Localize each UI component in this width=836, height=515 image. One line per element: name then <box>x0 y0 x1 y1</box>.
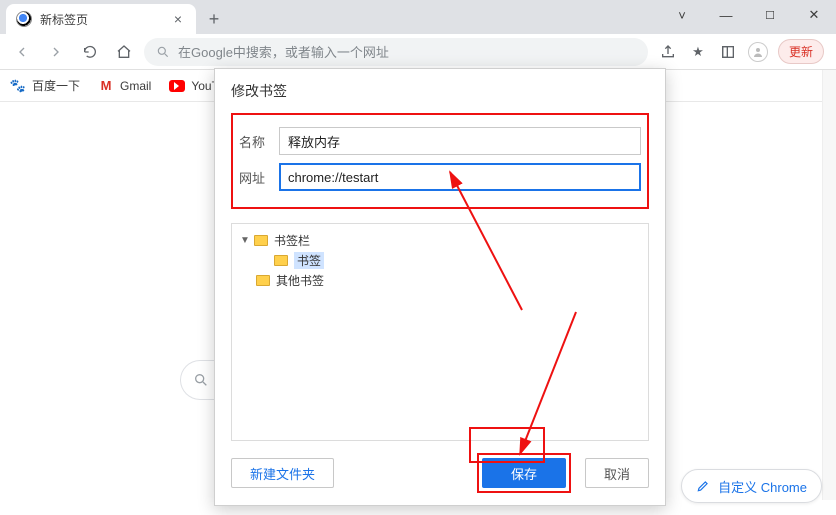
search-icon <box>156 45 170 59</box>
gmail-icon: M <box>98 78 114 94</box>
window-restore-down-icon[interactable]: ˅ <box>660 0 704 30</box>
window-close-icon[interactable]: ✕ <box>792 0 836 30</box>
tree-label-selected: 书签 <box>294 252 324 269</box>
dialog-title: 修改书签 <box>215 69 665 109</box>
tab-favicon <box>16 11 32 27</box>
titlebar: 新标签页 × + ˅ — ☐ ✕ <box>0 0 836 34</box>
forward-button[interactable] <box>42 38 70 66</box>
tab-close-icon[interactable]: × <box>170 11 186 27</box>
bookmark-folder-tree[interactable]: ▼ 书签栏 书签 其他书签 <box>231 223 649 441</box>
pencil-icon <box>696 479 710 493</box>
back-button[interactable] <box>8 38 36 66</box>
window-maximize-icon[interactable]: ☐ <box>748 0 792 30</box>
cancel-button[interactable]: 取消 <box>585 458 649 488</box>
tree-label: 书签栏 <box>274 232 310 249</box>
bookmark-name-input[interactable] <box>279 127 641 155</box>
folder-icon <box>254 235 268 246</box>
folder-icon <box>274 255 288 266</box>
tree-node-other[interactable]: 其他书签 <box>236 270 644 290</box>
bookmark-star-icon[interactable]: ★ <box>688 44 708 60</box>
customize-label: 自定义 Chrome <box>718 477 807 496</box>
bookmark-url-input[interactable] <box>279 163 641 191</box>
dialog-actions: 新建文件夹 保存 取消 <box>215 441 665 505</box>
omnibox-placeholder: 在Google中搜索，或者输入一个网址 <box>178 42 389 61</box>
share-icon[interactable] <box>658 44 678 60</box>
bookmark-label: Gmail <box>120 79 151 93</box>
tree-expand-icon[interactable]: ▼ <box>240 235 252 246</box>
profile-avatar[interactable] <box>748 42 768 62</box>
omnibox[interactable]: 在Google中搜索，或者输入一个网址 <box>144 38 648 66</box>
update-button[interactable]: 更新 <box>778 39 824 64</box>
window-controls: ˅ — ☐ ✕ <box>660 0 836 30</box>
new-tab-button[interactable]: + <box>200 5 228 33</box>
youtube-icon <box>169 80 185 92</box>
customize-chrome-button[interactable]: 自定义 Chrome <box>681 469 822 503</box>
folder-icon <box>256 275 270 286</box>
toolbar: 在Google中搜索，或者输入一个网址 ★ 更新 <box>0 34 836 70</box>
bookmark-baidu[interactable]: 🐾 百度一下 <box>10 77 80 94</box>
toolbar-right: ★ 更新 <box>654 39 828 64</box>
reload-button[interactable] <box>76 38 104 66</box>
tree-node-selected[interactable]: 书签 <box>236 250 644 270</box>
bookmark-label: 百度一下 <box>32 77 80 94</box>
baidu-icon: 🐾 <box>10 78 26 94</box>
home-button[interactable] <box>110 38 138 66</box>
tree-label: 其他书签 <box>276 272 324 289</box>
annotation-red-box-empty <box>469 427 545 463</box>
name-label: 名称 <box>239 132 279 151</box>
bookmark-gmail[interactable]: M Gmail <box>98 78 151 94</box>
url-label: 网址 <box>239 168 279 187</box>
browser-tab[interactable]: 新标签页 × <box>6 4 196 34</box>
reading-list-icon[interactable] <box>718 44 738 60</box>
edit-bookmark-dialog: 修改书签 名称 网址 ▼ 书签栏 书签 其他书签 新建文件夹 <box>214 68 666 506</box>
new-folder-button[interactable]: 新建文件夹 <box>231 458 334 488</box>
tab-title: 新标签页 <box>40 11 170 28</box>
annotation-red-box-inputs: 名称 网址 <box>231 113 649 209</box>
window-minimize-icon[interactable]: — <box>704 0 748 30</box>
tree-node-bookmarks-bar[interactable]: ▼ 书签栏 <box>236 230 644 250</box>
scrollbar-track[interactable] <box>822 70 836 500</box>
